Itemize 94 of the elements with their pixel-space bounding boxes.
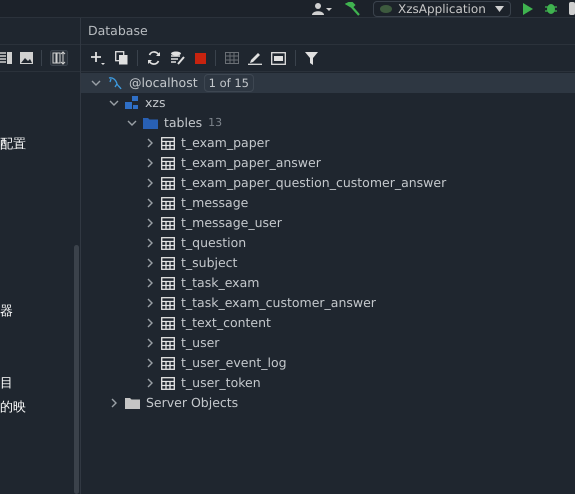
scrollbar[interactable]: [74, 245, 79, 494]
text-fragment: 配置: [0, 136, 26, 154]
grid-icon[interactable]: [225, 52, 239, 64]
user-icon[interactable]: [311, 2, 333, 14]
node-label: t_task_exam: [181, 274, 260, 292]
filter-icon[interactable]: [305, 52, 318, 64]
schema-icon: [125, 96, 139, 110]
node-label: Server Objects: [146, 394, 238, 412]
stop-icon[interactable]: [195, 52, 206, 64]
folder-icon: [143, 117, 158, 129]
tree-row[interactable]: Server Objects: [81, 393, 575, 413]
chevron-right-icon[interactable]: [145, 338, 155, 348]
chevron-right-icon[interactable]: [145, 158, 155, 168]
tree-row[interactable]: t_user_event_log: [81, 353, 575, 373]
table-icon: [161, 136, 175, 150]
tree-row[interactable]: t_task_exam: [81, 273, 575, 293]
columns-icon[interactable]: [50, 50, 68, 66]
chevron-down-icon[interactable]: [109, 98, 119, 108]
node-label: t_exam_paper_question_customer_answer: [181, 174, 446, 192]
tree-row[interactable]: @localhost 1 of 15: [81, 73, 575, 93]
node-label: tables: [164, 114, 202, 132]
table-icon: [161, 376, 175, 390]
table-icon: [161, 316, 175, 330]
table-icon: [161, 256, 175, 270]
play-icon[interactable]: [523, 2, 533, 14]
table-icon: [161, 336, 175, 350]
count-badge: 1 of 15: [204, 74, 254, 92]
chevron-right-icon[interactable]: [145, 298, 155, 308]
node-label: t_task_exam_customer_answer: [181, 294, 376, 312]
chevron-right-icon[interactable]: [145, 258, 155, 268]
run-config-dropdown[interactable]: XzsApplication: [373, 0, 511, 16]
node-label: t_user_event_log: [181, 354, 287, 372]
folder-icon: [125, 397, 140, 409]
chevron-down-icon[interactable]: [127, 118, 137, 128]
chevron-down-icon[interactable]: [91, 78, 101, 88]
query-console-icon[interactable]: [271, 52, 286, 64]
tree-row[interactable]: t_user_token: [81, 373, 575, 393]
node-label: t_subject: [181, 254, 238, 272]
tree-row[interactable]: t_question: [81, 233, 575, 253]
tree-row[interactable]: tables 13: [81, 113, 575, 133]
hammer-icon[interactable]: [345, 2, 361, 16]
add-icon[interactable]: [90, 50, 106, 66]
chevron-right-icon[interactable]: [145, 238, 155, 248]
tree-row[interactable]: t_exam_paper_answer: [81, 153, 575, 173]
tree-row[interactable]: t_task_exam_customer_answer: [81, 293, 575, 313]
table-icon: [161, 356, 175, 370]
table-icon: [161, 216, 175, 230]
chevron-right-icon[interactable]: [145, 138, 155, 148]
table-icon: [161, 196, 175, 210]
node-label: t_exam_paper: [181, 134, 270, 152]
tree-row[interactable]: t_exam_paper_question_customer_answer: [81, 173, 575, 193]
bug-icon[interactable]: [545, 2, 557, 15]
tree-row[interactable]: t_message: [81, 193, 575, 213]
table-icon: [161, 156, 175, 170]
tree-row[interactable]: xzs: [81, 93, 575, 113]
node-label: t_text_content: [181, 314, 271, 332]
tree-row[interactable]: t_exam_paper: [81, 133, 575, 153]
panel-title: Database: [88, 22, 148, 40]
node-label: xzs: [145, 94, 166, 112]
edit-icon[interactable]: [248, 51, 262, 65]
table-icon: [161, 236, 175, 250]
table-icon: [161, 276, 175, 290]
caret-icon: [495, 6, 504, 12]
copy-icon[interactable]: [115, 51, 128, 65]
text-fragment: 目: [0, 375, 13, 393]
text-fragment: 的映: [0, 399, 26, 417]
chevron-right-icon[interactable]: [145, 378, 155, 388]
node-label: @localhost: [129, 74, 198, 92]
node-label: t_message: [181, 194, 248, 212]
node-count: 13: [208, 114, 222, 131]
chevron-right-icon[interactable]: [109, 398, 119, 408]
database-wrench-icon[interactable]: [170, 51, 186, 65]
list-icon[interactable]: [0, 52, 12, 64]
chevron-right-icon[interactable]: [145, 278, 155, 288]
tree-row[interactable]: t_message_user: [81, 213, 575, 233]
chevron-right-icon[interactable]: [145, 318, 155, 328]
node-label: t_user: [181, 334, 220, 352]
refresh-icon[interactable]: [147, 51, 161, 65]
image-icon[interactable]: [20, 52, 33, 64]
chevron-right-icon[interactable]: [145, 358, 155, 368]
tree-row[interactable]: t_subject: [81, 253, 575, 273]
table-icon: [161, 176, 175, 190]
chevron-right-icon[interactable]: [145, 178, 155, 188]
table-icon: [161, 296, 175, 310]
node-label: t_exam_paper_answer: [181, 154, 321, 172]
node-label: t_message_user: [181, 214, 282, 232]
run-config-label: XzsApplication: [398, 2, 486, 14]
chevron-right-icon[interactable]: [145, 218, 155, 228]
node-label: t_question: [181, 234, 246, 252]
tree-row[interactable]: t_user: [81, 333, 575, 353]
text-fragment: 器: [0, 303, 13, 321]
tree-row[interactable]: t_text_content: [81, 313, 575, 333]
chevron-right-icon[interactable]: [145, 198, 155, 208]
node-label: t_user_token: [181, 374, 261, 392]
